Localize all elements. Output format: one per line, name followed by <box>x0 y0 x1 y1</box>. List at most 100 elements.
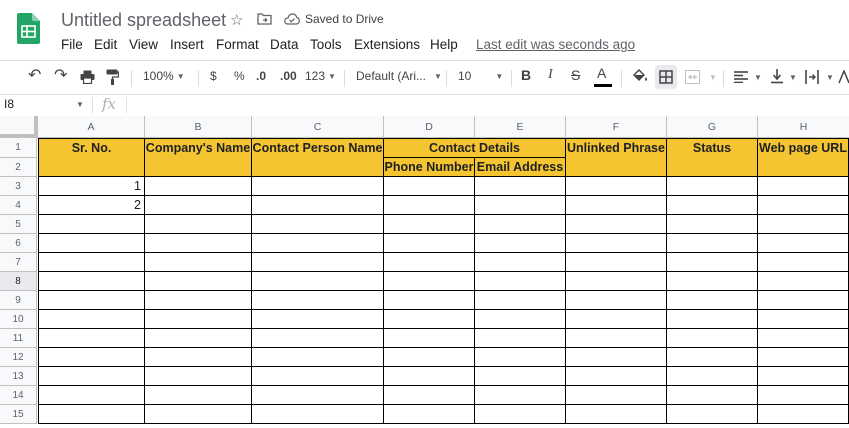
select-all-corner[interactable] <box>0 116 38 138</box>
strikethrough-icon[interactable]: S <box>571 67 580 83</box>
chevron-down-icon[interactable]: ▼ <box>826 73 834 82</box>
cell-g6[interactable] <box>667 234 758 253</box>
cell-e10[interactable] <box>475 310 566 329</box>
cell-b9[interactable] <box>145 291 252 310</box>
cell-f5[interactable] <box>566 215 667 234</box>
cell-d11[interactable] <box>384 329 475 348</box>
row-header-7[interactable]: 7 <box>0 253 37 272</box>
cell-a11[interactable] <box>38 329 145 348</box>
menu-insert[interactable]: Insert <box>170 37 204 52</box>
cell-f15[interactable] <box>566 405 667 424</box>
merge-cells-icon[interactable] <box>685 70 700 84</box>
cell-d10[interactable] <box>384 310 475 329</box>
cell-c8[interactable] <box>252 272 384 291</box>
cell-a5[interactable] <box>38 215 145 234</box>
column-header-e[interactable]: E <box>475 116 566 138</box>
cell-a8[interactable] <box>38 272 145 291</box>
cell-a4[interactable]: 2 <box>38 196 145 215</box>
menu-tools[interactable]: Tools <box>310 37 342 52</box>
menu-extensions[interactable]: Extensions <box>354 37 420 52</box>
cell-f14[interactable] <box>566 386 667 405</box>
cell-e14[interactable] <box>475 386 566 405</box>
cell-c12[interactable] <box>252 348 384 367</box>
text-rotation-icon[interactable] <box>838 70 849 84</box>
chevron-down-icon[interactable]: ▼ <box>754 73 762 82</box>
last-edit-link[interactable]: Last edit was seconds ago <box>476 37 635 52</box>
cell-b11[interactable] <box>145 329 252 348</box>
cell-f6[interactable] <box>566 234 667 253</box>
cell-c7[interactable] <box>252 253 384 272</box>
save-status[interactable]: Saved to Drive <box>305 12 384 26</box>
borders-button[interactable] <box>655 65 677 89</box>
header-phone-number[interactable]: Phone Number <box>384 158 475 177</box>
header-contact-person[interactable]: Contact Person Name <box>252 138 384 177</box>
row-header-1[interactable]: 1 <box>0 138 37 158</box>
cell-g10[interactable] <box>667 310 758 329</box>
row-header-9[interactable]: 9 <box>0 291 37 310</box>
redo-icon[interactable]: ↷ <box>54 65 67 85</box>
move-folder-icon[interactable] <box>257 13 272 25</box>
cell-h13[interactable] <box>758 367 849 386</box>
cell-h4[interactable] <box>758 196 849 215</box>
cell-a12[interactable] <box>38 348 145 367</box>
chevron-down-icon[interactable]: ▼ <box>76 100 84 109</box>
cell-f7[interactable] <box>566 253 667 272</box>
cell-b15[interactable] <box>145 405 252 424</box>
cell-h12[interactable] <box>758 348 849 367</box>
header-email-address[interactable]: Email Address <box>475 158 566 177</box>
column-header-c[interactable]: C <box>252 116 384 138</box>
cell-f12[interactable] <box>566 348 667 367</box>
cell-c5[interactable] <box>252 215 384 234</box>
undo-icon[interactable]: ↶ <box>28 65 41 85</box>
star-icon[interactable]: ☆ <box>230 11 243 29</box>
cell-h5[interactable] <box>758 215 849 234</box>
horizontal-align-icon[interactable] <box>734 71 748 83</box>
header-sr-no[interactable]: Sr. No. <box>38 138 145 177</box>
menu-help[interactable]: Help <box>430 37 458 52</box>
header-unlinked-phrase[interactable]: Unlinked Phrase <box>566 138 667 177</box>
cell-c4[interactable] <box>252 196 384 215</box>
cell-a13[interactable] <box>38 367 145 386</box>
row-header-6[interactable]: 6 <box>0 234 37 253</box>
cell-b5[interactable] <box>145 215 252 234</box>
cell-d6[interactable] <box>384 234 475 253</box>
row-header-8[interactable]: 8 <box>0 272 37 291</box>
cell-e9[interactable] <box>475 291 566 310</box>
cell-g5[interactable] <box>667 215 758 234</box>
cell-h9[interactable] <box>758 291 849 310</box>
cell-g13[interactable] <box>667 367 758 386</box>
cell-c9[interactable] <box>252 291 384 310</box>
cell-h7[interactable] <box>758 253 849 272</box>
cell-e15[interactable] <box>475 405 566 424</box>
cell-h6[interactable] <box>758 234 849 253</box>
menu-data[interactable]: Data <box>270 37 299 52</box>
header-contact-details[interactable]: Contact Details <box>384 138 566 158</box>
cell-h15[interactable] <box>758 405 849 424</box>
cell-b8[interactable] <box>145 272 252 291</box>
cell-f10[interactable] <box>566 310 667 329</box>
row-header-3[interactable]: 3 <box>0 177 37 196</box>
cell-d3[interactable] <box>384 177 475 196</box>
cell-g7[interactable] <box>667 253 758 272</box>
cell-g15[interactable] <box>667 405 758 424</box>
cell-b12[interactable] <box>145 348 252 367</box>
row-header-12[interactable]: 12 <box>0 348 37 367</box>
row-header-13[interactable]: 13 <box>0 367 37 386</box>
cell-b10[interactable] <box>145 310 252 329</box>
cell-g9[interactable] <box>667 291 758 310</box>
cell-d15[interactable] <box>384 405 475 424</box>
cell-d13[interactable] <box>384 367 475 386</box>
name-box[interactable]: I8 <box>4 97 14 111</box>
cell-c11[interactable] <box>252 329 384 348</box>
menu-format[interactable]: Format <box>216 37 259 52</box>
cell-e8[interactable] <box>475 272 566 291</box>
row-header-10[interactable]: 10 <box>0 310 37 329</box>
fill-color-icon[interactable] <box>631 69 648 85</box>
cell-g3[interactable] <box>667 177 758 196</box>
cell-c10[interactable] <box>252 310 384 329</box>
cell-h8[interactable] <box>758 272 849 291</box>
cell-b14[interactable] <box>145 386 252 405</box>
percent-format-button[interactable]: % <box>234 69 245 83</box>
cell-a10[interactable] <box>38 310 145 329</box>
cell-f4[interactable] <box>566 196 667 215</box>
